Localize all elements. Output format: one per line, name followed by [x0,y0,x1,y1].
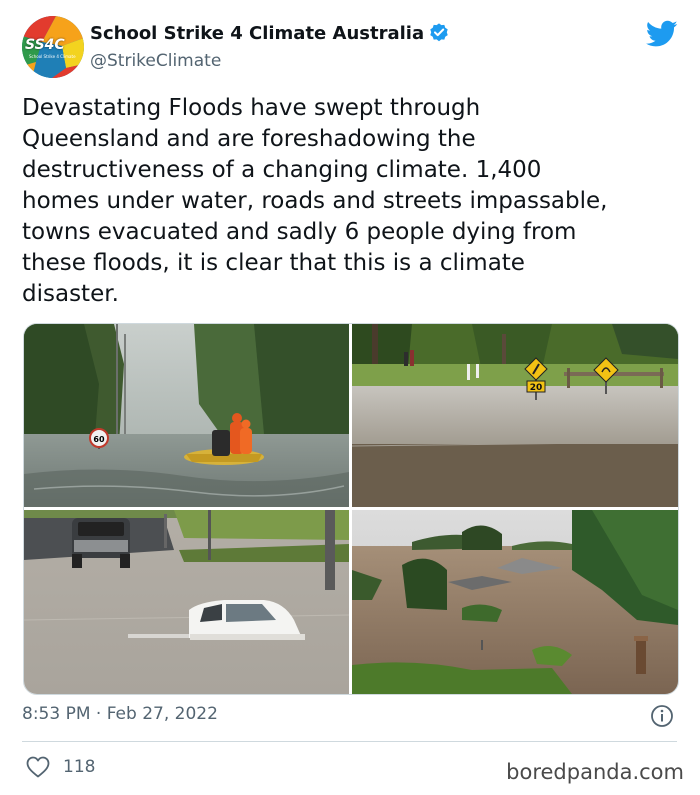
display-name[interactable]: School Strike 4 Climate Australia [90,23,424,44]
flood-photo-submerged-car[interactable] [24,510,349,694]
like-count: 118 [63,757,96,777]
tweet-media-grid: 60 20 [23,323,679,695]
tweet-text: Devastating Floods have swept through Qu… [22,95,608,307]
heart-icon[interactable] [26,756,50,778]
flood-photo-park-signs[interactable]: 20 [352,324,678,507]
flood-photo-aerial-houses[interactable] [352,510,678,694]
flood-photo-rescue-boat[interactable]: 60 [24,324,349,507]
tweet-header: SS4C School Strike 4 Climate School Stri… [22,16,682,80]
avatar-logo-subtext: School Strike 4 Climate [29,54,76,59]
speed-limit-sign-text: 60 [93,435,105,444]
road-sign-text: 20 [530,383,543,393]
divider [22,741,677,742]
user-handle[interactable]: @StrikeClimate [90,51,221,71]
verified-badge-icon [428,22,450,44]
tweet-timestamp[interactable]: 8:53 PM · Feb 27, 2022 [22,704,218,724]
display-name-row: School Strike 4 Climate Australia [90,22,450,44]
avatar-logo-text: SS4C [25,37,65,53]
twitter-bird-icon[interactable] [645,20,678,48]
info-icon[interactable] [650,704,674,728]
avatar[interactable]: SS4C School Strike 4 Climate [22,16,84,78]
watermark: boredpanda.com [506,760,684,784]
